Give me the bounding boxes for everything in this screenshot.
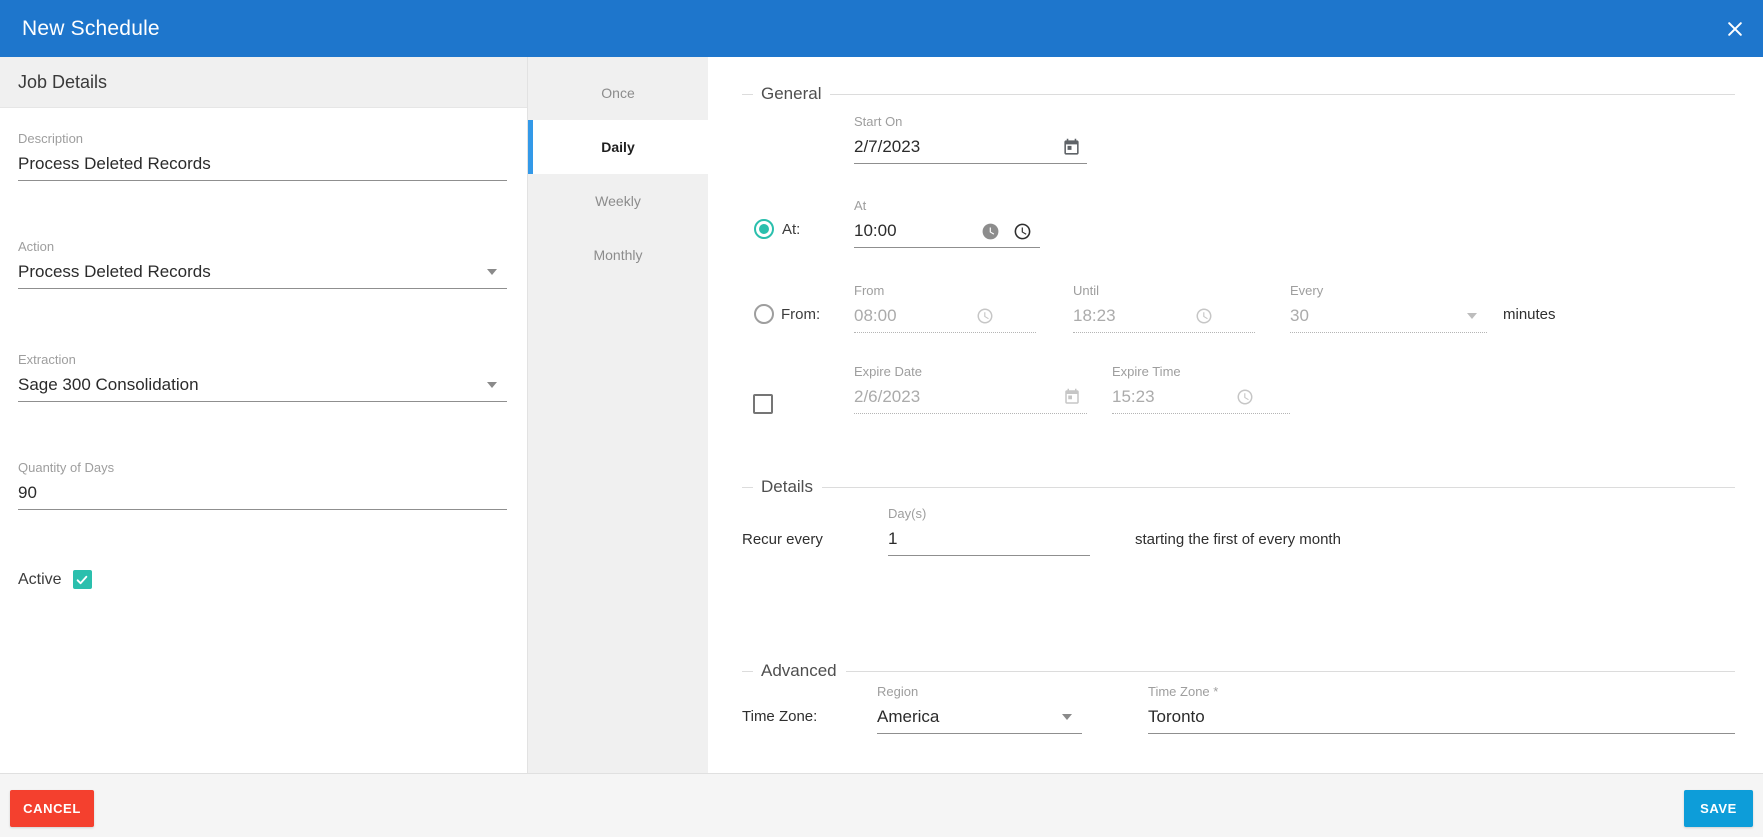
- time-zone-label: Time Zone *: [1148, 684, 1735, 700]
- quantity-of-days-label: Quantity of Days: [18, 460, 507, 476]
- clock-icon[interactable]: [1195, 307, 1213, 325]
- minutes-label: minutes: [1503, 305, 1556, 325]
- close-icon: [1725, 19, 1745, 39]
- recur-every-label: Recur every: [742, 530, 823, 550]
- from-time-field[interactable]: From 08:00: [854, 283, 1036, 333]
- tab-once[interactable]: Once: [528, 66, 708, 120]
- every-field[interactable]: Every 30: [1290, 283, 1487, 333]
- active-row: Active: [18, 570, 92, 589]
- time-zone-field[interactable]: Time Zone * Toronto: [1148, 684, 1735, 734]
- start-on-label: Start On: [854, 114, 1087, 130]
- description-input[interactable]: Process Deleted Records: [18, 152, 501, 176]
- chevron-down-icon[interactable]: [487, 382, 497, 388]
- tab-monthly[interactable]: Monthly: [528, 228, 708, 282]
- region-field[interactable]: Region America: [877, 684, 1082, 734]
- dialog-titlebar: New Schedule: [0, 0, 1763, 57]
- from-radio-label: From:: [781, 305, 820, 325]
- clock-icon[interactable]: [976, 307, 994, 325]
- action-select[interactable]: Process Deleted Records: [18, 260, 487, 284]
- from-time-label: From: [854, 283, 1036, 299]
- active-label: Active: [18, 571, 62, 589]
- expire-date-label: Expire Date: [854, 364, 1087, 380]
- dialog-title: New Schedule: [22, 17, 160, 41]
- until-time-input[interactable]: 18:23: [1073, 304, 1195, 328]
- at-time-input[interactable]: 10:00: [854, 219, 981, 243]
- at-radio-label: At:: [782, 220, 800, 240]
- region-label: Region: [877, 684, 1082, 700]
- job-details-heading: Job Details: [0, 57, 527, 108]
- save-button[interactable]: SAVE: [1684, 790, 1753, 827]
- calendar-icon[interactable]: [1063, 388, 1081, 406]
- clock-icon[interactable]: [1236, 388, 1254, 406]
- details-section-legend: Details: [742, 477, 1735, 497]
- cancel-button[interactable]: CANCEL: [10, 790, 94, 827]
- expire-checkbox[interactable]: [753, 394, 773, 414]
- frequency-tabs: Once Daily Weekly Monthly: [528, 57, 708, 773]
- action-label: Action: [18, 239, 507, 255]
- footer-bar: CANCEL SAVE: [0, 773, 1763, 837]
- general-section-legend: General: [742, 84, 1735, 104]
- quantity-of-days-input[interactable]: 90: [18, 481, 501, 505]
- extraction-label: Extraction: [18, 352, 507, 368]
- expire-time-input[interactable]: 15:23: [1112, 385, 1236, 409]
- tab-daily[interactable]: Daily: [528, 120, 708, 174]
- time-zone-row-label: Time Zone:: [742, 707, 817, 727]
- region-select[interactable]: America: [877, 705, 1062, 729]
- expire-time-label: Expire Time: [1112, 364, 1290, 380]
- recur-suffix-label: starting the first of every month: [1135, 530, 1341, 550]
- chevron-down-icon[interactable]: [1467, 313, 1477, 319]
- clock-outline-icon[interactable]: [1013, 222, 1032, 241]
- from-time-input[interactable]: 08:00: [854, 304, 976, 328]
- expire-date-field[interactable]: Expire Date 2/6/2023: [854, 364, 1087, 414]
- tab-weekly[interactable]: Weekly: [528, 174, 708, 228]
- days-field[interactable]: Day(s) 1: [888, 506, 1090, 556]
- until-time-label: Until: [1073, 283, 1255, 299]
- extraction-select[interactable]: Sage 300 Consolidation: [18, 373, 487, 397]
- from-radio[interactable]: [754, 304, 774, 324]
- action-field[interactable]: Action Process Deleted Records: [18, 239, 507, 289]
- expire-time-field[interactable]: Expire Time 15:23: [1112, 364, 1290, 414]
- extraction-field[interactable]: Extraction Sage 300 Consolidation: [18, 352, 507, 402]
- active-checkbox[interactable]: [73, 570, 92, 589]
- time-zone-input[interactable]: Toronto: [1148, 705, 1729, 729]
- chevron-down-icon[interactable]: [487, 269, 497, 275]
- advanced-section-legend: Advanced: [742, 661, 1735, 681]
- start-on-input[interactable]: 2/7/2023: [854, 135, 1062, 159]
- days-input[interactable]: 1: [888, 527, 1084, 551]
- quantity-of-days-field[interactable]: Quantity of Days 90: [18, 460, 507, 510]
- clock-filled-icon[interactable]: [981, 222, 1000, 241]
- at-radio[interactable]: [754, 219, 774, 239]
- chevron-down-icon[interactable]: [1062, 714, 1072, 720]
- description-label: Description: [18, 131, 507, 147]
- at-time-label: At: [854, 198, 1040, 214]
- description-field[interactable]: Description Process Deleted Records: [18, 131, 507, 181]
- expire-date-input[interactable]: 2/6/2023: [854, 385, 1063, 409]
- check-icon: [75, 573, 89, 587]
- calendar-icon[interactable]: [1062, 138, 1081, 157]
- at-time-field[interactable]: At 10:00: [854, 198, 1040, 248]
- start-on-field[interactable]: Start On 2/7/2023: [854, 114, 1087, 164]
- days-label: Day(s): [888, 506, 1090, 522]
- every-select[interactable]: 30: [1290, 304, 1467, 328]
- until-time-field[interactable]: Until 18:23: [1073, 283, 1255, 333]
- close-button[interactable]: [1723, 17, 1747, 41]
- every-label: Every: [1290, 283, 1487, 299]
